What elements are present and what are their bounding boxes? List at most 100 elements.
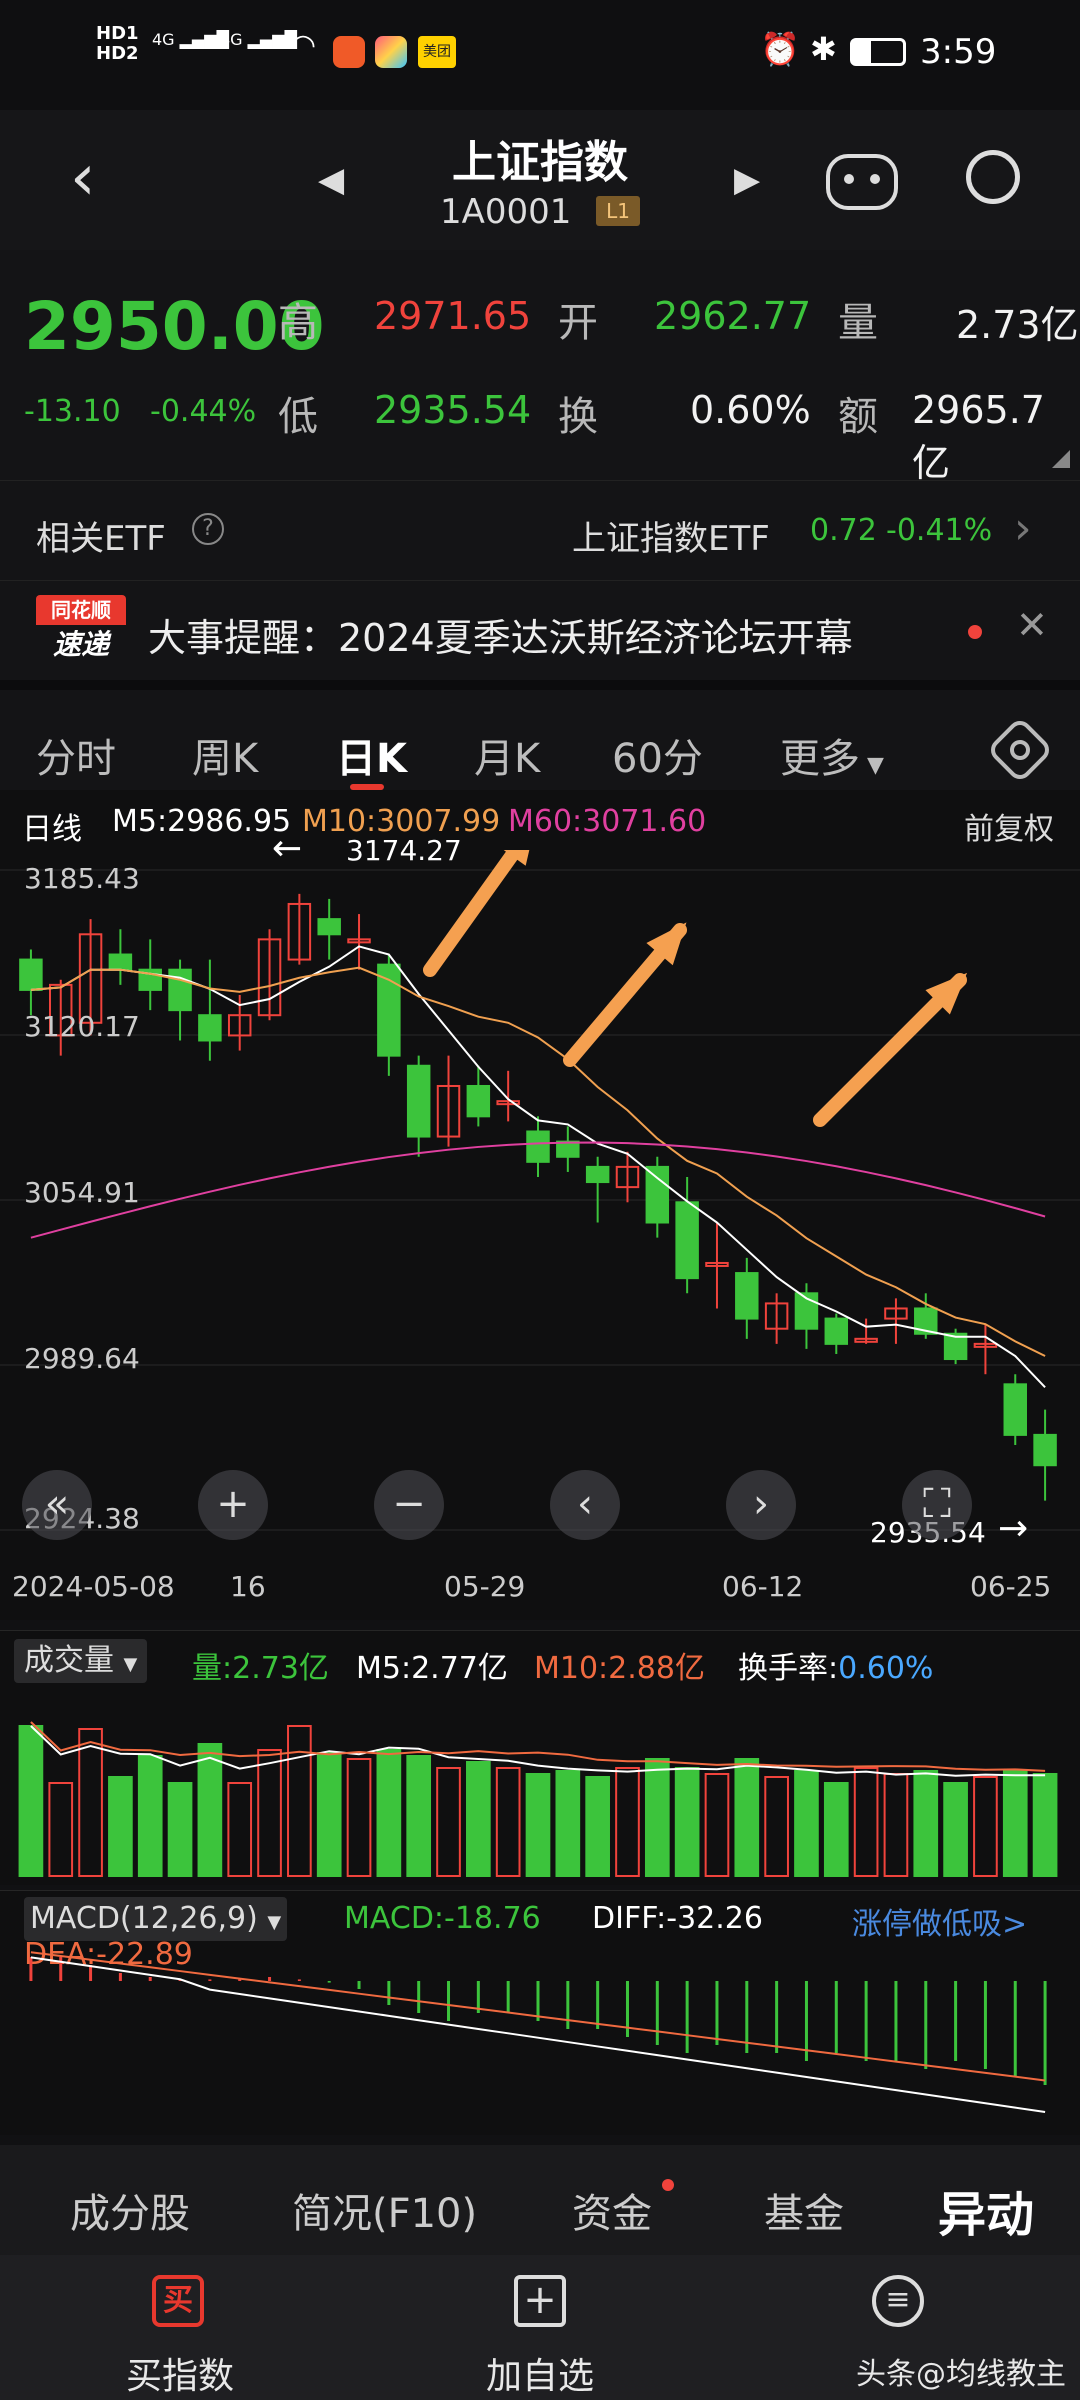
- volume-ma10: M10:2.88亿: [534, 1651, 705, 1686]
- macd-bar: [685, 1981, 689, 2053]
- settings-icon[interactable]: [986, 716, 1054, 784]
- bottom-nav: 买 买指数 + 加自选 ≡ 头条@均线教主: [0, 2255, 1080, 2400]
- move-right-icon[interactable]: ›: [726, 1470, 796, 1540]
- volume-ma5: M5:2.77亿: [356, 1651, 508, 1686]
- fullscreen-icon[interactable]: ⛶: [902, 1470, 972, 1540]
- watermark: 头条@均线教主: [856, 2357, 1066, 2392]
- dea-line: [30, 1951, 1046, 2082]
- low-value: 2935.54: [374, 388, 532, 432]
- macd-bar: [655, 1981, 659, 2045]
- search-icon[interactable]: [966, 150, 1020, 204]
- macd-bar: [924, 1981, 928, 2069]
- tab-more[interactable]: 更多 ▼: [780, 726, 884, 784]
- header: ‹ ◀ 上证指数 1A0001 L1 ▶: [0, 110, 1080, 250]
- tab-fenshi[interactable]: 分时: [36, 726, 116, 784]
- candle: [406, 1064, 431, 1138]
- related-etf-row[interactable]: 相关ETF ? 上证指数ETF 0.72 -0.41% ›: [0, 480, 1080, 580]
- volume-bar: [137, 1755, 163, 1877]
- volume-bar: [913, 1770, 939, 1877]
- etf-name: 上证指数ETF: [572, 519, 770, 559]
- macd-bar: [983, 1981, 987, 2069]
- period-tabs: 分时 周K 日K 月K 60分 更多 ▼: [0, 680, 1080, 790]
- tab-60min[interactable]: 60分: [612, 726, 703, 784]
- macd-bar: [566, 1981, 570, 2029]
- tab-constituents[interactable]: 成分股: [70, 2181, 190, 2239]
- volume-bar: [555, 1770, 581, 1877]
- candle: [1003, 1383, 1027, 1436]
- signal-icon: 4G ▂▄▆█: [152, 30, 229, 49]
- adjust-label[interactable]: 前复权: [964, 804, 1054, 848]
- candle: [556, 1140, 580, 1158]
- tab-weekly[interactable]: 周K: [192, 726, 258, 784]
- macd-bar: [208, 1979, 212, 1981]
- tab-capital[interactable]: 资金: [572, 2181, 652, 2239]
- macd-bar: [1043, 1981, 1047, 2085]
- scroll-left-icon[interactable]: «: [22, 1470, 92, 1540]
- volume-bar: [764, 1776, 789, 1877]
- tab-fund[interactable]: 基金: [764, 2181, 844, 2239]
- volume-bar: [1032, 1773, 1058, 1877]
- volume-selector[interactable]: 成交量 ▼: [14, 1639, 148, 1683]
- chevron-right-icon: ›: [1014, 503, 1032, 554]
- volume-bar: [227, 1782, 253, 1877]
- x-label: 2024-05-08: [12, 1570, 175, 1603]
- quote-panel: 2950.00 -13.10 -0.44% 高 2971.65 开 2962.7…: [0, 250, 1080, 485]
- tab-profile[interactable]: 简况(F10): [292, 2181, 477, 2239]
- volume-bar: [167, 1782, 193, 1877]
- etf-label: 相关ETF: [36, 519, 166, 559]
- zoom-out-icon[interactable]: −: [374, 1470, 444, 1540]
- unread-dot: [968, 625, 982, 639]
- macd-bar: [417, 1981, 421, 2013]
- volume-bar: [823, 1782, 849, 1877]
- candle: [198, 1014, 222, 1042]
- candle: [526, 1130, 550, 1163]
- open-value: 2962.77: [654, 294, 812, 338]
- volume-bar: [943, 1782, 968, 1877]
- tab-daily[interactable]: 日K: [336, 726, 407, 784]
- y-label: 3054.91: [24, 1176, 140, 1209]
- add-watchlist-button[interactable]: 加自选: [486, 2347, 594, 2399]
- stock-code: 1A0001: [440, 192, 572, 232]
- amount-label: 额: [838, 394, 878, 440]
- macd-bar: [387, 1981, 391, 2005]
- alarm-icon: ⏰: [760, 30, 800, 68]
- volume-bar: [585, 1776, 610, 1877]
- volume-bar: [376, 1749, 402, 1877]
- tab-abnormal[interactable]: 异动: [938, 2175, 1034, 2245]
- news-row[interactable]: 同花顺 速递 大事提醒：2024夏季达沃斯经济论坛开幕 ✕: [0, 580, 1080, 680]
- expand-corner-icon[interactable]: [1052, 450, 1070, 468]
- macd-svg: [29, 1951, 1047, 2113]
- macd-bar: [1013, 1981, 1017, 2077]
- wifi-icon: ◠: [290, 28, 317, 63]
- macd-bar: [297, 1979, 301, 1981]
- volume-chart[interactable]: 成交量 ▼ 量:2.73亿 M5:2.77亿 M10:2.88亿 换手率:0.6…: [0, 1630, 1080, 1885]
- etf-pct: -0.41%: [886, 513, 993, 548]
- status-bar: HD1 HD2 4G ▂▄▆█ 4G ▂▄▆█ ◠ 美团 ⏰ ✱ 3:59: [0, 0, 1080, 110]
- volume-bar: [794, 1770, 819, 1877]
- macd-bar: [954, 1981, 958, 2061]
- tab-monthly[interactable]: 月K: [474, 726, 540, 784]
- move-left-icon[interactable]: ‹: [550, 1470, 620, 1540]
- volume-bar: [436, 1767, 461, 1877]
- kline-chart[interactable]: 日线 M5:2986.95 M10:3007.99 M60:3071.60 前复…: [0, 790, 1080, 1620]
- robot-icon[interactable]: [826, 154, 898, 210]
- volume-bar: [853, 1767, 879, 1877]
- back-icon[interactable]: ‹: [70, 146, 96, 210]
- volume-bar: [1002, 1770, 1028, 1877]
- help-icon[interactable]: ?: [192, 513, 224, 545]
- volume-bar: [197, 1743, 223, 1877]
- add-icon[interactable]: +: [514, 2275, 566, 2327]
- buy-icon[interactable]: 买: [152, 2275, 204, 2327]
- menu-icon[interactable]: ≡: [872, 2275, 924, 2327]
- hd-indicator: HD1 HD2: [96, 23, 139, 64]
- zoom-in-icon[interactable]: +: [198, 1470, 268, 1540]
- volume-bar: [108, 1776, 133, 1877]
- candle: [735, 1272, 759, 1320]
- diff-line: [30, 1956, 1046, 2113]
- close-icon[interactable]: ✕: [1016, 603, 1048, 647]
- next-stock-icon[interactable]: ▶: [734, 160, 760, 200]
- macd-chart[interactable]: MACD(12,26,9) ▼ MACD:-18.76 DIFF:-32.26 …: [0, 1890, 1080, 2135]
- bluetooth-icon: ✱: [810, 30, 837, 68]
- candle: [377, 963, 401, 1057]
- buy-index-button[interactable]: 买指数: [126, 2347, 234, 2399]
